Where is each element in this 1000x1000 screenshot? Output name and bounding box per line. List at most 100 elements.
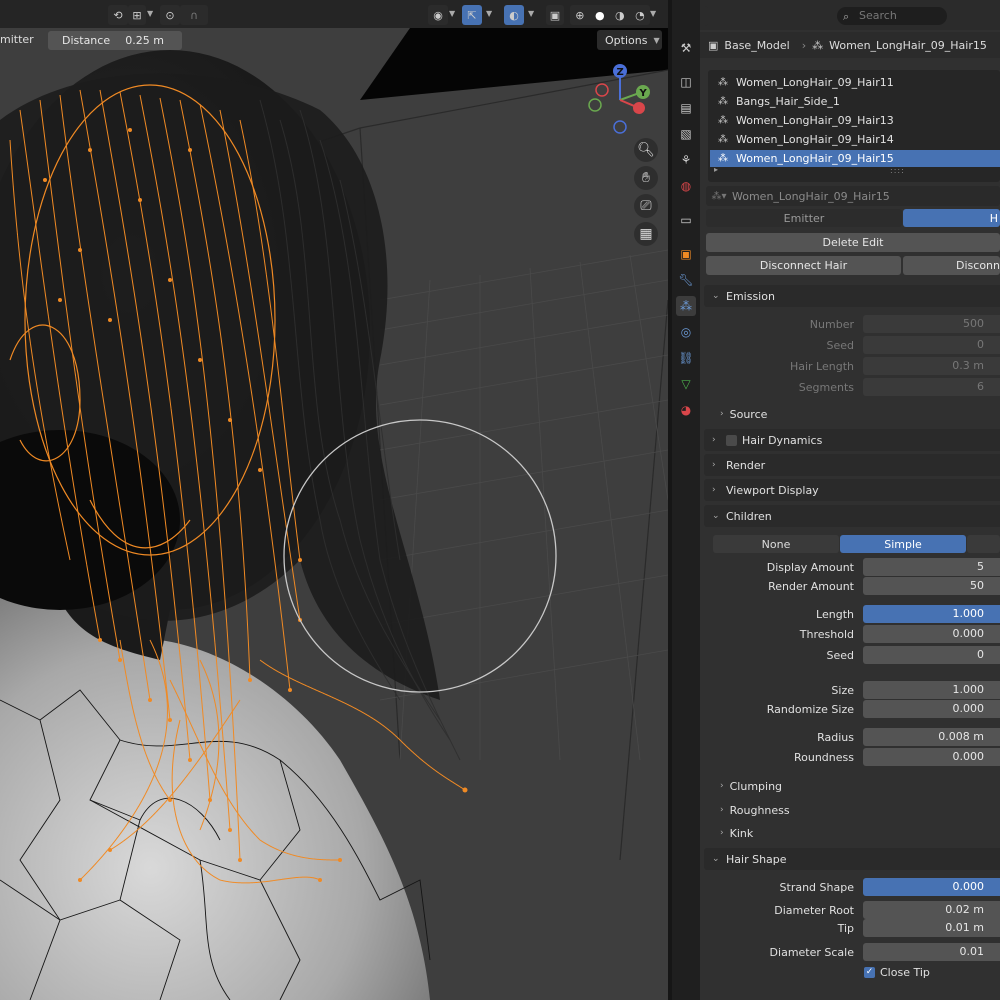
gizmo-neg-z-axis[interactable]: [613, 120, 627, 134]
roughness-subpanel-header[interactable]: › Roughness: [720, 800, 790, 820]
options-button[interactable]: Options ▼: [597, 30, 662, 50]
list-item[interactable]: ⁂ Bangs_Hair_Side_1: [710, 93, 1000, 110]
breadcrumb-particle-system: Women_LongHair_09_Hair15: [829, 38, 987, 52]
transform-pivot-icon[interactable]: ⟲: [108, 5, 128, 25]
camera-view-icon[interactable]: ⎚: [634, 194, 658, 218]
size-field[interactable]: 1.000: [863, 681, 1000, 699]
randomize-size-label: Randomize Size: [766, 703, 854, 716]
segments-field[interactable]: 6: [863, 378, 1000, 396]
children-none-option[interactable]: None: [713, 535, 839, 553]
clumping-subpanel-header[interactable]: › Clumping: [720, 776, 782, 796]
pan-hand-icon[interactable]: ✋︎: [634, 166, 658, 190]
tab-emitter[interactable]: Emitter: [706, 209, 902, 227]
disconnect-all-button[interactable]: Disconn: [903, 256, 1000, 275]
threshold-field[interactable]: 0.000: [863, 625, 1000, 643]
list-expand-icon[interactable]: ▸: [714, 165, 718, 174]
list-item-selected[interactable]: ⁂ Women_LongHair_09_Hair15: [710, 150, 1000, 167]
proportional-falloff-icon[interactable]: ∩: [180, 5, 208, 25]
render-tab-icon[interactable]: ◫: [676, 72, 696, 92]
chevron-down-icon[interactable]: ▼: [528, 9, 534, 18]
particle-systems-list[interactable]: ⁂ Women_LongHair_09_Hair11 ⁂ Bangs_Hair_…: [708, 70, 1000, 182]
gizmo-neg-x-axis[interactable]: [595, 83, 609, 97]
visibility-eye-icon[interactable]: ◉: [428, 5, 448, 25]
emission-panel-header[interactable]: ⌄ Emission: [704, 285, 1000, 307]
kink-subpanel-header[interactable]: › Kink: [720, 823, 753, 843]
display-amount-field[interactable]: 5: [863, 558, 1000, 576]
chevron-down-icon[interactable]: ▼: [449, 9, 455, 18]
list-item[interactable]: ⁂ Women_LongHair_09_Hair14: [710, 131, 1000, 148]
hair-shape-panel-header[interactable]: ⌄ Hair Shape: [704, 848, 1000, 870]
shading-mode-group[interactable]: ⊕ ● ◑ ◔: [570, 5, 650, 25]
gizmo-toggle-icon[interactable]: ⇱: [462, 5, 482, 25]
emission-seed-field[interactable]: 0: [863, 336, 1000, 354]
tool-tab-icon[interactable]: ⚒: [676, 38, 696, 58]
radius-field[interactable]: 0.008 m: [863, 728, 1000, 746]
diameter-scale-field[interactable]: 0.01: [863, 943, 1000, 961]
gizmo-x-axis[interactable]: [633, 102, 645, 114]
transform-orientation-icon[interactable]: ⊞: [128, 5, 146, 25]
chevron-down-icon[interactable]: ▼: [147, 9, 153, 18]
children-seed-field[interactable]: 0: [863, 646, 1000, 664]
render-amount-field[interactable]: 50: [863, 577, 1000, 595]
tab-hair[interactable]: H: [903, 209, 1000, 227]
list-item[interactable]: ⁂ Women_LongHair_09_Hair11: [710, 74, 1000, 91]
editor-type-icon[interactable]: ⚙▾: [700, 6, 708, 26]
snap-icon[interactable]: ⊙: [160, 5, 180, 25]
xray-toggle-icon[interactable]: ▣: [546, 5, 564, 25]
wireframe-shading-icon[interactable]: ⊕: [575, 9, 584, 22]
hair-length-field[interactable]: 0.3 m: [863, 357, 1000, 375]
list-item-label: Women_LongHair_09_Hair14: [736, 133, 894, 146]
delete-edit-button[interactable]: Delete Edit: [706, 233, 1000, 252]
number-field[interactable]: 500: [863, 315, 1000, 333]
list-resize-handle[interactable]: ::::: [890, 166, 905, 175]
navigation-gizmo[interactable]: Z Y: [582, 60, 662, 140]
randomize-size-field[interactable]: 0.000: [863, 700, 1000, 718]
scene-tab-icon[interactable]: ⚘: [676, 150, 696, 170]
diameter-root-field[interactable]: 0.02 m: [863, 901, 1000, 919]
children-simple-option[interactable]: Simple: [840, 535, 966, 553]
disconnect-hair-button[interactable]: Disconnect Hair: [706, 256, 901, 275]
children-interpolated-option[interactable]: [967, 535, 1000, 553]
solid-shading-icon[interactable]: ●: [595, 9, 605, 22]
gizmo-neg-y-axis[interactable]: [588, 98, 602, 112]
roundness-field[interactable]: 0.000: [863, 748, 1000, 766]
collection-tab-icon[interactable]: ▭: [676, 210, 696, 230]
children-panel-header[interactable]: ⌄ Children: [704, 505, 1000, 527]
segments-label: Segments: [798, 381, 854, 394]
strand-shape-slider[interactable]: 0.000: [863, 878, 1000, 896]
hair-dynamics-panel-header[interactable]: › Hair Dynamics: [704, 429, 1000, 451]
viewport-display-panel-header[interactable]: › Viewport Display: [704, 479, 1000, 501]
data-tab-icon[interactable]: ▽: [676, 374, 696, 394]
3d-viewport[interactable]: ⟲ ⊞ ▼ ⊙ ∩ ◉ ▼ ⇱ ▼ ◐ ▼ ▣ ⊕ ● ◑ ◔ ▼ mitter…: [0, 0, 668, 1000]
distance-field[interactable]: Distance 0.25 m: [48, 31, 182, 50]
physics-tab-icon[interactable]: ◎: [676, 322, 696, 342]
material-shading-icon[interactable]: ◑: [615, 9, 625, 22]
material-tab-icon[interactable]: ◕: [676, 400, 696, 420]
source-subpanel-header[interactable]: › Source: [720, 404, 767, 424]
rendered-shading-icon[interactable]: ◔: [635, 9, 645, 22]
hair-dynamics-checkbox[interactable]: [726, 434, 737, 446]
search-input[interactable]: ⌕ Search: [837, 7, 947, 25]
modifier-wrench-icon[interactable]: 🔧︎: [676, 270, 696, 290]
object-tab-icon[interactable]: ▣: [676, 244, 696, 264]
world-tab-icon[interactable]: ◍: [676, 176, 696, 196]
render-panel-header[interactable]: › Render: [704, 454, 1000, 476]
output-tab-icon[interactable]: ▤: [676, 98, 696, 118]
overlays-icon[interactable]: ◐: [504, 5, 524, 25]
perspective-grid-icon[interactable]: ▦: [634, 222, 658, 246]
close-tip-checkbox-row[interactable]: ✓ Close Tip: [864, 966, 930, 979]
particles-tab-icon[interactable]: ⁂: [676, 296, 696, 316]
view-layer-tab-icon[interactable]: ▧: [676, 124, 696, 144]
constraints-tab-icon[interactable]: ⛓︎: [676, 348, 696, 368]
chevron-down-icon[interactable]: ▼: [650, 9, 656, 18]
chevron-down-icon: ⌄: [712, 291, 720, 301]
checkmark-icon[interactable]: ✓: [864, 967, 875, 978]
list-item[interactable]: ⁂ Women_LongHair_09_Hair13: [710, 112, 1000, 129]
length-slider[interactable]: 1.000: [863, 605, 1000, 623]
tip-value: 0.01 m: [945, 921, 984, 934]
tip-field[interactable]: 0.01 m: [863, 919, 1000, 937]
chevron-down-icon[interactable]: ▼: [486, 9, 492, 18]
children-simple-label: Simple: [884, 537, 922, 551]
particle-settings-name-field[interactable]: ⁂▾ Women_LongHair_09_Hair15: [706, 186, 1000, 206]
zoom-icon[interactable]: 🔍︎: [634, 138, 658, 162]
